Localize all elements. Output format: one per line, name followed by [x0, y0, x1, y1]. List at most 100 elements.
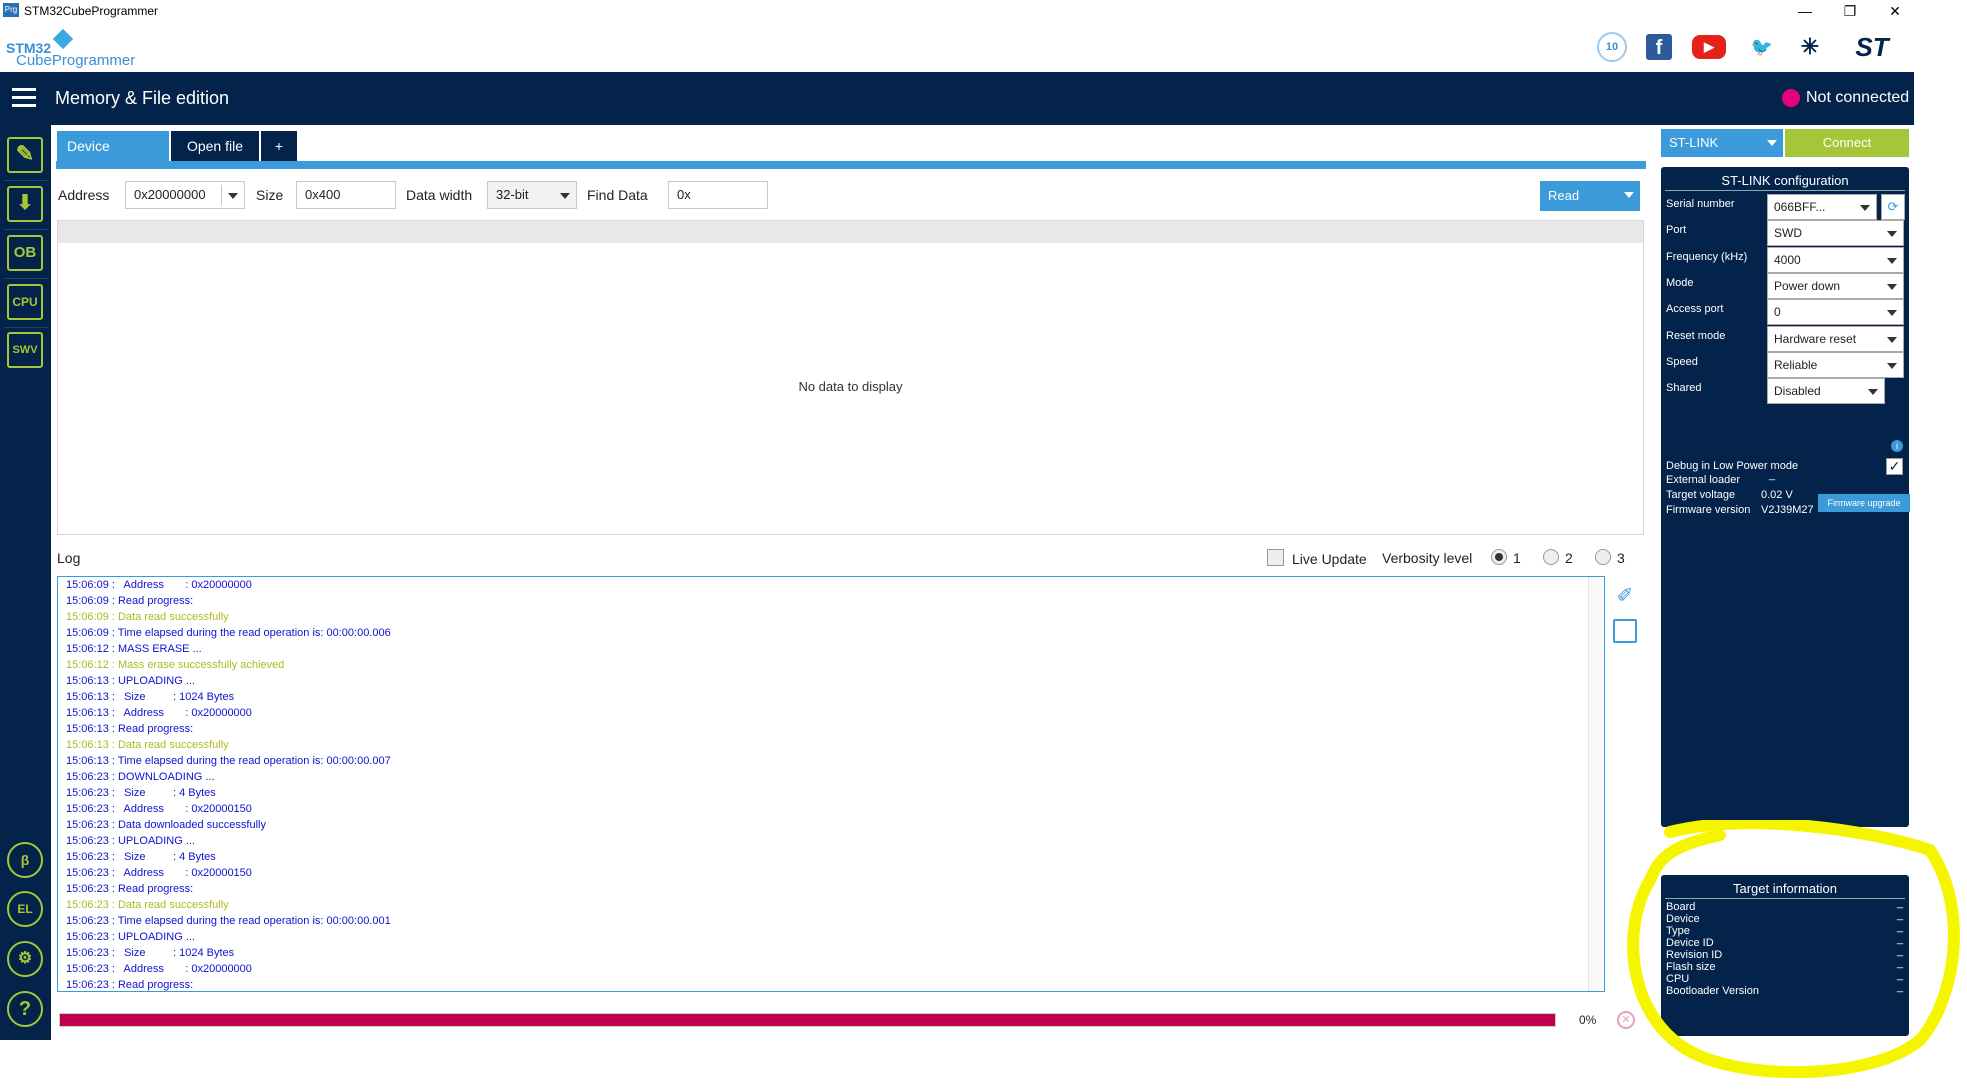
target-info-label: Device ID — [1666, 937, 1714, 949]
st-logo-icon[interactable]: ST — [1842, 32, 1902, 62]
beta-icon[interactable]: β — [7, 842, 43, 878]
save-log-icon[interactable] — [1613, 619, 1637, 643]
page-title: Memory & File edition — [55, 88, 230, 108]
config-select-mode[interactable]: Power down — [1767, 272, 1904, 299]
stm32cubeprogrammer-logo: STM32 CubeProgrammer — [6, 28, 136, 72]
live-update-checkbox[interactable] — [1267, 549, 1284, 566]
youtube-icon[interactable]: ▶ — [1692, 35, 1726, 59]
config-select-speed[interactable]: Reliable — [1767, 351, 1904, 378]
chevron-down-icon — [1887, 231, 1897, 238]
size-label: Size — [256, 187, 284, 203]
facebook-icon[interactable]: f — [1646, 34, 1672, 60]
chevron-down-icon[interactable] — [1624, 192, 1634, 198]
left-sidebar: ✎ ⬇ OB CPU SWV β EL ⚙ ? — [0, 125, 51, 1040]
verbosity-level-1: 1 — [1513, 550, 1521, 566]
config-label: Reset mode — [1666, 329, 1726, 342]
external-loader-icon[interactable]: EL — [7, 891, 43, 927]
help-icon[interactable]: ? — [7, 991, 43, 1027]
log-line: 15:06:23 : DOWNLOADING ... — [66, 771, 215, 783]
config-select-reset-mode[interactable]: Hardware reset — [1767, 325, 1904, 352]
log-output[interactable]: 15:06:09 : Address : 0x20000000 15:06:09 … — [57, 576, 1605, 992]
chevron-down-icon — [1860, 205, 1870, 211]
tab-device-memory[interactable]: Device memory — [57, 131, 169, 184]
info-icon[interactable]: i — [1891, 440, 1903, 452]
log-line: 15:06:23 : Data read successfully — [66, 899, 229, 911]
chevron-down-icon — [1887, 257, 1897, 264]
debug-low-power-checkbox[interactable]: ✓ — [1886, 458, 1903, 475]
target-info-title: Target information — [1732, 881, 1838, 896]
target-info-value: _ — [1896, 945, 1903, 957]
stlink-config-panel: ST-LINK configuration Serial number 066BF… — [1661, 167, 1910, 827]
config-select-port[interactable]: SWD — [1767, 220, 1904, 247]
verbosity-radio-1[interactable] — [1491, 549, 1507, 565]
config-label: Serial number — [1666, 198, 1735, 210]
config-label: Frequency (kHz) — [1666, 250, 1748, 263]
config-label: Shared — [1666, 382, 1702, 395]
clear-log-icon[interactable]: ✐ — [1613, 583, 1637, 607]
log-line: 15:06:23 : Address : 0x20000150 — [66, 803, 252, 815]
verbosity-radio-2[interactable] — [1543, 549, 1559, 565]
add-tab-button[interactable]: + — [261, 131, 297, 161]
erase-programming-icon[interactable]: ⬇ — [7, 186, 43, 222]
network-icon[interactable]: ✳ — [1795, 32, 1825, 62]
target-info-label: Flash size — [1666, 961, 1716, 973]
refresh-icon[interactable]: ⟳ — [1881, 194, 1905, 220]
debug-low-power-label: Debug in Low Power mode — [1666, 460, 1799, 472]
log-line: 15:06:12 : Mass erase successfully achie… — [66, 659, 285, 671]
find-data-label: Find Data — [587, 187, 648, 203]
target-voltage-label: Target voltage — [1666, 489, 1736, 501]
log-line: 15:06:23 : UPLOADING ... — [66, 931, 196, 943]
tab-underline — [56, 161, 1646, 169]
close-button[interactable]: ✕ — [1880, 0, 1910, 22]
firmware-upgrade-button[interactable]: Firmware upgrade — [1818, 494, 1910, 512]
stlink-config-title: ST-LINK configuration — [1721, 173, 1849, 188]
log-line: 15:06:23 : Address : 0x20000000 — [66, 963, 252, 975]
target-info-label: Revision ID — [1666, 949, 1723, 961]
connect-button[interactable]: Connect — [1785, 129, 1909, 157]
target-info-value: _ — [1896, 957, 1903, 969]
restore-button[interactable]: ❐ — [1835, 0, 1865, 22]
config-select-serial-number[interactable]: 066BFF... — [1767, 194, 1877, 220]
config-label: Access port — [1666, 303, 1724, 316]
option-bytes-icon[interactable]: OB — [7, 235, 43, 271]
chevron-down-icon — [228, 193, 238, 199]
config-select-access-port[interactable]: 0 — [1767, 299, 1904, 326]
swv-icon[interactable]: SWV — [7, 332, 43, 368]
target-info-label: Type — [1666, 925, 1690, 937]
tab-open-file[interactable]: Open file — [171, 131, 259, 161]
minimize-button[interactable]: — — [1790, 0, 1820, 22]
read-button[interactable]: Read — [1540, 181, 1640, 211]
hamburger-menu-icon[interactable] — [12, 88, 36, 108]
memory-edit-icon[interactable]: ✎ — [7, 137, 43, 173]
verbosity-radio-3[interactable] — [1595, 549, 1611, 565]
cancel-icon[interactable]: ✕ — [1617, 1011, 1635, 1029]
log-line: 15:06:09 : Time elapsed during the read … — [66, 627, 391, 639]
cpu-icon[interactable]: CPU — [7, 284, 43, 320]
find-data-input[interactable]: 0x — [668, 181, 768, 209]
log-line: 15:06:13 : Time elapsed during the read … — [66, 755, 391, 767]
log-line: 15:06:09 : Read progress: — [66, 595, 194, 607]
config-select-shared[interactable]: Disabled — [1767, 378, 1885, 405]
chevron-down-icon — [1868, 389, 1878, 396]
chevron-down-icon — [1887, 310, 1897, 317]
config-label: Mode — [1666, 276, 1694, 289]
config-value: Power down — [1774, 278, 1841, 293]
address-combobox[interactable]: 0x20000000 — [125, 181, 245, 209]
interface-select[interactable]: ST-LINK — [1661, 129, 1783, 157]
target-info-value: _ — [1896, 909, 1903, 921]
verbosity-level-2: 2 — [1565, 550, 1573, 566]
memory-grid[interactable]: No data to display — [57, 220, 1644, 535]
log-scrollbar[interactable] — [1588, 577, 1604, 991]
secure-programming-icon[interactable]: ⚙ — [7, 941, 43, 977]
anniversary-10-icon[interactable]: 10 — [1597, 32, 1627, 62]
verbosity-level-3: 3 — [1617, 550, 1625, 566]
log-line: 15:06:23 : Size : 1024 Bytes — [66, 947, 235, 959]
twitter-icon[interactable]: 🐦 — [1747, 32, 1777, 62]
target-info-value: _ — [1896, 921, 1903, 933]
size-input[interactable]: 0x400 — [296, 181, 396, 209]
data-width-select[interactable]: 32-bit — [487, 181, 577, 209]
read-button-label: Read — [1548, 188, 1580, 203]
log-line: 15:06:23 : Size : 4 Bytes — [66, 787, 216, 799]
config-select-frequency-khz[interactable]: 4000 — [1767, 246, 1904, 273]
chevron-down-icon — [1887, 362, 1897, 369]
